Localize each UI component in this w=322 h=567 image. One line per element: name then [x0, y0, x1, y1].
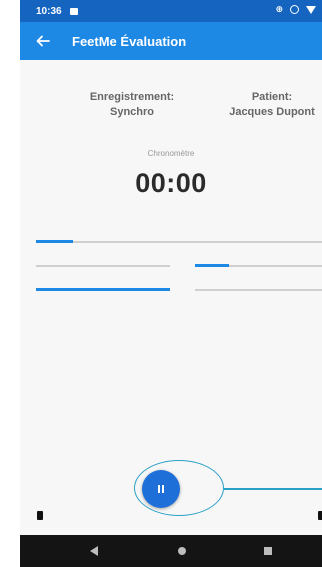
left-top-bar	[36, 265, 170, 267]
home-circle-icon[interactable]	[178, 547, 186, 555]
app-title: FeetMe Évaluation	[72, 33, 187, 49]
main-progress-fill	[36, 240, 74, 243]
highlight-circle	[134, 460, 224, 516]
left-bottom-bar	[36, 288, 170, 291]
patient-label: Patient:	[251, 91, 293, 103]
right-device-battery-icon	[318, 511, 322, 520]
session-info: Enregistrement: Synchro Patient: Jacques…	[20, 90, 322, 130]
wifi-icon	[306, 5, 316, 14]
right-top-fill	[195, 264, 230, 267]
recording-info: Enregistrement: Synchro	[62, 90, 202, 120]
patient-value: Jacques Dupont	[229, 106, 315, 118]
circle-icon	[290, 5, 299, 14]
main-progress-bar	[36, 240, 322, 243]
left-device-battery-icon	[37, 511, 43, 520]
system-nav-bar	[20, 535, 322, 567]
recording-label: Enregistrement:	[89, 91, 175, 103]
status-time: 10:36	[36, 5, 62, 17]
message-icon	[69, 7, 78, 15]
left-bottom-fill	[36, 288, 170, 291]
status-icons: ⊕	[275, 4, 316, 15]
right-top-bar	[195, 264, 322, 267]
app-bar: FeetMe Évaluation	[20, 22, 322, 60]
patient-info: Patient: Jacques Dupont	[212, 90, 322, 120]
arrow-left-icon[interactable]	[36, 34, 50, 48]
status-bar: 10:36 ⊕	[20, 0, 322, 22]
recording-value: Synchro	[109, 106, 154, 118]
timer-value: 00:00	[135, 168, 207, 198]
cast-icon: ⊕	[275, 4, 283, 14]
right-bottom-bar	[195, 289, 322, 291]
callout-line	[224, 488, 322, 490]
back-triangle-icon[interactable]	[90, 546, 98, 556]
recents-square-icon[interactable]	[264, 547, 272, 555]
timer-label: Chronomètre	[147, 149, 195, 158]
